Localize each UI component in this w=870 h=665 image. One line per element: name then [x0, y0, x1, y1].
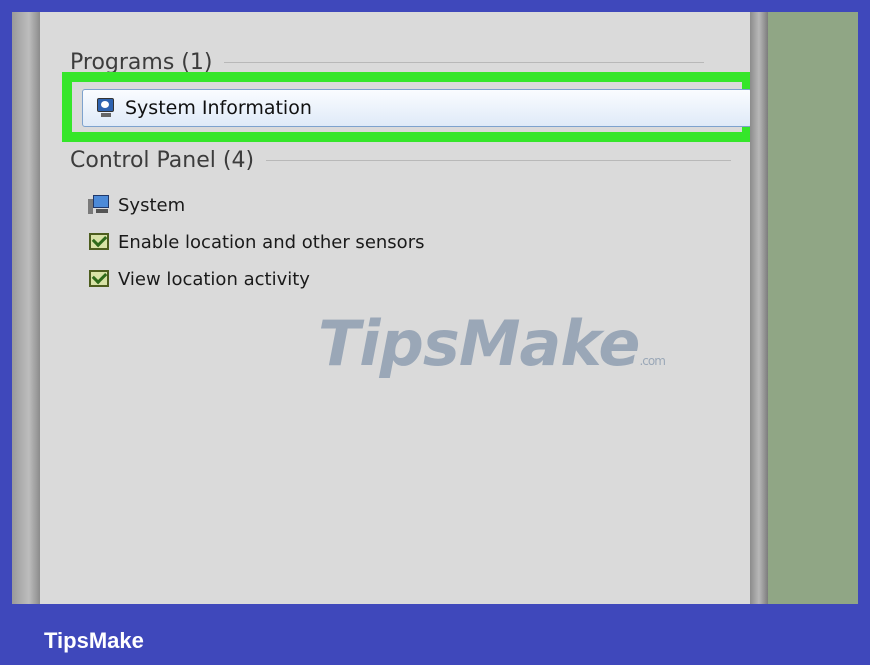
caption-brand: TipsMake — [44, 628, 144, 653]
result-label: System — [118, 194, 186, 216]
result-system-information[interactable]: System Information — [82, 89, 752, 127]
result-label: Enable location and other sensors — [118, 231, 425, 253]
watermark-text: TipsMake — [318, 307, 640, 380]
result-label: View location activity — [118, 268, 310, 290]
sensor-icon — [88, 268, 110, 290]
window-border — [750, 12, 768, 604]
watermark-suffix: .com — [639, 354, 665, 368]
divider — [266, 160, 732, 161]
divider — [224, 62, 705, 63]
result-enable-location[interactable]: Enable location and other sensors — [88, 231, 424, 253]
desktop-background — [768, 12, 858, 604]
result-system[interactable]: System — [88, 194, 185, 216]
search-results-panel: Programs (1) System Information Control … — [40, 12, 752, 604]
screenshot-frame: Programs (1) System Information Control … — [12, 12, 858, 604]
sensor-icon — [88, 231, 110, 253]
control-panel-header: Control Panel (4) — [70, 148, 732, 173]
computer-icon — [88, 194, 110, 216]
control-panel-header-label: Control Panel (4) — [70, 148, 255, 173]
watermark-logo: TipsMake.com — [318, 307, 666, 380]
result-view-location-activity[interactable]: View location activity — [88, 268, 310, 290]
left-border — [12, 12, 40, 604]
result-label: System Information — [125, 97, 312, 119]
system-information-icon — [95, 97, 117, 119]
